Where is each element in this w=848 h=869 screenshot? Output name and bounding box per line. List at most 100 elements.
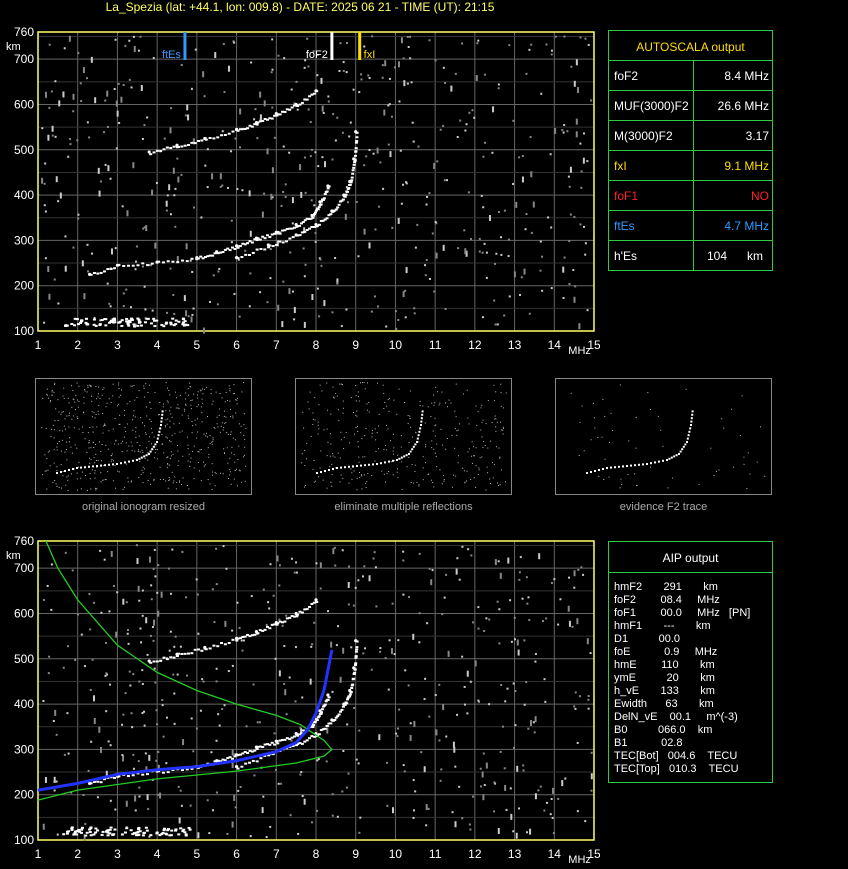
noise-dot bbox=[182, 739, 185, 746]
noise-dot bbox=[435, 729, 438, 736]
trace-point bbox=[112, 267, 116, 270]
thumb-noise bbox=[409, 415, 411, 417]
thumb-noise bbox=[397, 477, 399, 479]
thumb-noise bbox=[235, 412, 237, 414]
thumb-noise bbox=[118, 388, 120, 390]
thumb-trace bbox=[384, 461, 386, 464]
noise-dot bbox=[128, 670, 131, 673]
autoscala-row: ftEs 4.7 MHz bbox=[608, 211, 773, 241]
noise-dot bbox=[458, 578, 461, 581]
thumb-noise bbox=[456, 434, 458, 436]
thumb-noise bbox=[365, 428, 367, 430]
thumb-noise bbox=[211, 489, 213, 491]
trace-point bbox=[152, 660, 156, 663]
noise-dot bbox=[563, 35, 566, 38]
thumb-noise bbox=[230, 416, 232, 418]
trace-node bbox=[294, 222, 298, 227]
noise-dot bbox=[266, 148, 269, 155]
trace-point bbox=[161, 261, 165, 264]
thumb-noise bbox=[385, 444, 387, 446]
thumb-trace bbox=[348, 465, 350, 468]
thumb-noise bbox=[480, 407, 482, 409]
noise-dot bbox=[545, 617, 548, 620]
thumb-trace bbox=[673, 455, 676, 458]
thumb-noise bbox=[153, 478, 155, 480]
x-axis-label: MHz bbox=[568, 345, 591, 357]
trace-point bbox=[350, 687, 354, 690]
thumb-noise bbox=[667, 487, 669, 489]
thumb-noise bbox=[500, 421, 502, 423]
noise-dot bbox=[477, 39, 480, 42]
thumb-noise bbox=[138, 435, 140, 437]
thumb-trace bbox=[416, 437, 419, 440]
trace-point bbox=[248, 254, 252, 257]
noise-dot bbox=[242, 639, 245, 642]
trace-point bbox=[190, 141, 194, 144]
es-trace-dot bbox=[125, 827, 129, 830]
thumb-noise bbox=[310, 435, 312, 437]
thumb-noise bbox=[351, 472, 353, 474]
thumb-noise bbox=[326, 455, 328, 457]
thumb-noise bbox=[371, 432, 373, 434]
thumb-noise bbox=[206, 386, 208, 388]
noise-dot bbox=[428, 39, 431, 42]
thumb-noise bbox=[41, 427, 43, 429]
noise-dot bbox=[541, 255, 544, 258]
thumb-noise bbox=[431, 440, 433, 442]
thumb-noise bbox=[387, 399, 389, 401]
aip-line: B1 02.8 bbox=[614, 737, 683, 749]
noise-dot bbox=[485, 251, 488, 254]
trace-point bbox=[268, 236, 272, 239]
thumb-noise bbox=[422, 405, 424, 407]
thumb-noise bbox=[427, 406, 429, 408]
noise-dot bbox=[363, 45, 366, 48]
trace-point bbox=[317, 715, 321, 718]
y-tick-label: 100 bbox=[14, 833, 34, 847]
autoscala-row: MUF(3000)F2 26.6 MHz bbox=[608, 91, 773, 121]
noise-dot bbox=[304, 263, 307, 266]
thumb-trace bbox=[618, 465, 620, 468]
thumb-noise bbox=[603, 479, 605, 481]
noise-dot bbox=[187, 315, 190, 318]
noise-dot bbox=[296, 108, 299, 111]
thumb-noise bbox=[117, 470, 119, 472]
trace-point bbox=[251, 251, 255, 254]
thumb-noise bbox=[355, 427, 357, 429]
thumb-noise bbox=[197, 418, 199, 420]
trace-point bbox=[96, 272, 100, 275]
noise-dot bbox=[557, 623, 560, 626]
noise-dot bbox=[219, 185, 222, 188]
thumb-noise bbox=[336, 395, 338, 397]
thumb-noise bbox=[408, 441, 410, 443]
thumb-noise bbox=[74, 409, 76, 411]
noise-dot bbox=[576, 810, 579, 813]
noise-dot bbox=[550, 226, 553, 229]
trace-point bbox=[347, 187, 351, 190]
noise-dot bbox=[151, 309, 154, 312]
thumb-noise bbox=[355, 414, 357, 416]
thumb-noise bbox=[167, 464, 169, 466]
noise-dot bbox=[173, 645, 176, 648]
es-trace-dot bbox=[113, 321, 117, 324]
thumb-noise bbox=[104, 425, 106, 427]
thumb-noise bbox=[243, 382, 245, 384]
noise-dot bbox=[509, 599, 512, 602]
noise-dot bbox=[129, 306, 132, 309]
noise-dot bbox=[447, 650, 450, 657]
thumb-noise bbox=[143, 425, 145, 427]
trace-point bbox=[227, 641, 231, 644]
noise-dot bbox=[270, 71, 273, 74]
noise-dot bbox=[309, 121, 312, 124]
noise-dot bbox=[428, 567, 431, 570]
trace-point bbox=[185, 260, 189, 263]
trace-point bbox=[311, 216, 315, 219]
noise-dot bbox=[121, 205, 124, 208]
noise-dot bbox=[108, 302, 111, 305]
noise-dot bbox=[576, 618, 579, 625]
thumb-noise bbox=[42, 397, 44, 399]
noise-dot bbox=[412, 816, 415, 819]
x-tick-label: 6 bbox=[233, 338, 240, 352]
noise-dot bbox=[179, 789, 182, 792]
noise-dot bbox=[211, 809, 214, 812]
thumb-noise bbox=[339, 383, 341, 385]
